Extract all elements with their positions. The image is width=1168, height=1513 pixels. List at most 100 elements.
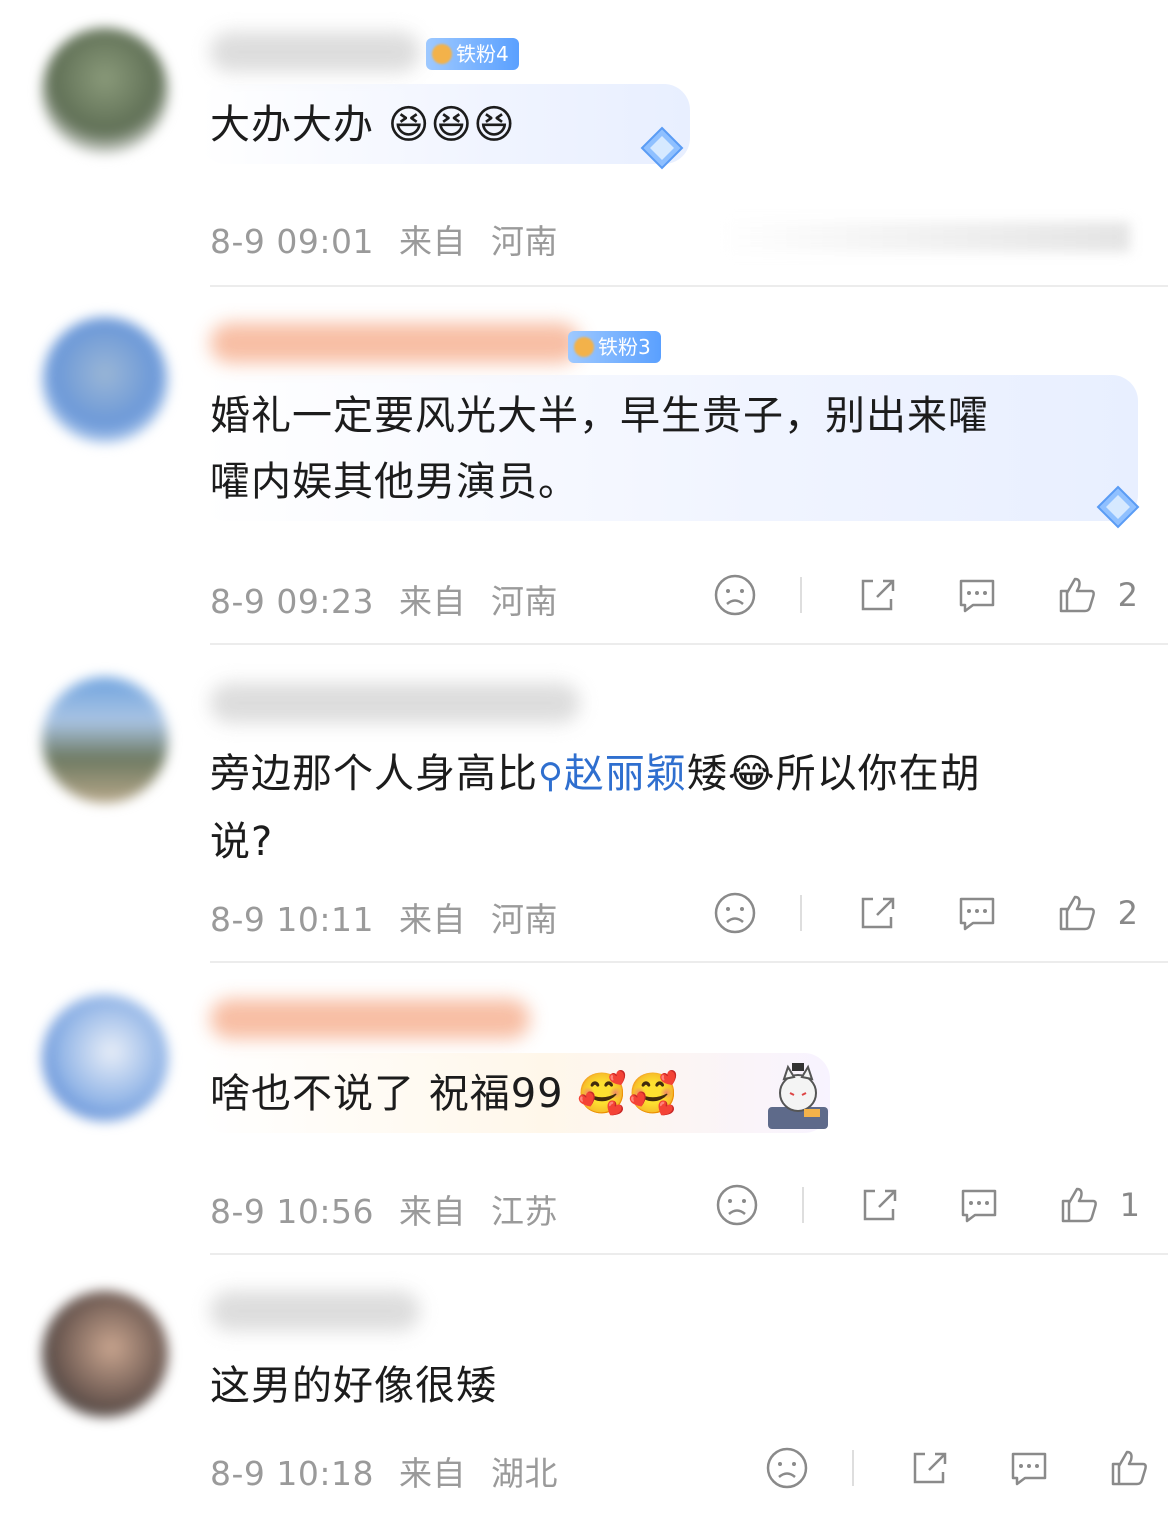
reply-button[interactable] — [952, 888, 1002, 938]
sad-face-icon — [714, 574, 755, 616]
timestamp: 8-9 10:56 — [210, 1192, 374, 1231]
timestamp: 8-9 09:23 — [210, 582, 374, 621]
like-count: 1 — [1119, 1186, 1140, 1224]
topic-link[interactable]: 赵丽颖 — [564, 751, 687, 797]
comment-text[interactable]: 这男的好像很矮 — [210, 1353, 497, 1419]
sad-face-icon — [766, 1447, 808, 1489]
comment-icon — [1011, 1452, 1047, 1486]
comment-meta: 8-9 09:23 来自 河南 — [210, 575, 572, 623]
like-button[interactable] — [1052, 888, 1102, 938]
comment-text[interactable]: 婚礼一定要风光大半，早生贵子，别出来嚯 嚯内娱其他男演员。 — [210, 383, 1110, 515]
username[interactable] — [210, 999, 530, 1039]
fan-badge: 铁粉3 — [568, 331, 661, 363]
thumbs-up-icon — [1059, 577, 1095, 613]
diamond-icon — [640, 126, 684, 170]
crying-laughing-emoji-icon: 😂 — [727, 751, 776, 797]
share-icon — [863, 1189, 896, 1221]
diamond-icon — [1096, 485, 1140, 529]
location: 河南 — [491, 222, 558, 261]
like-count: 2 — [1117, 894, 1138, 932]
heart-face-emoji-icon: 🥰🥰 — [577, 1071, 679, 1117]
comment-icon — [959, 579, 994, 613]
avatar[interactable] — [42, 995, 168, 1121]
comment-meta: 8-9 09:01 来自 河南 — [210, 215, 572, 263]
comment-text-line: 婚礼一定要风光大半，早生贵子，别出来嚯 — [210, 393, 989, 439]
share-button[interactable] — [852, 570, 902, 620]
avatar[interactable] — [42, 677, 168, 803]
sad-face-icon — [716, 1184, 757, 1226]
timestamp: 8-9 10:11 — [210, 900, 374, 939]
like-button[interactable] — [1052, 570, 1102, 620]
action-separator — [799, 577, 802, 613]
dislike-button[interactable] — [762, 1443, 812, 1493]
comment-item: 啥也不说了 祝福99 🥰🥰 8-9 10:56 来自 江苏 1 — [0, 963, 1168, 1255]
action-separator — [801, 1187, 804, 1223]
comment-item: 铁粉4 大办大办 😆😆😆 8-9 09:01 来自 河南 — [0, 0, 1168, 287]
like-button[interactable] — [1104, 1443, 1154, 1493]
sad-face-icon — [714, 892, 755, 934]
username[interactable] — [210, 683, 580, 723]
from-label: 来自 — [399, 1454, 466, 1493]
comment-actions: 1 — [662, 1180, 1140, 1230]
fan-badge-label: 铁粉3 — [598, 335, 651, 359]
username[interactable] — [210, 323, 580, 363]
from-label: 来自 — [399, 582, 466, 621]
dislike-button[interactable] — [710, 570, 760, 620]
share-icon — [913, 1452, 947, 1484]
share-icon — [861, 897, 894, 929]
username[interactable] — [210, 1291, 420, 1331]
avatar[interactable] — [42, 1291, 168, 1417]
share-button[interactable] — [904, 1443, 954, 1493]
comment-item: 这男的好像很矮 8-9 10:18 来自 湖北 — [0, 1255, 1168, 1513]
dislike-button[interactable] — [710, 888, 760, 938]
fan-badge-label: 铁粉4 — [456, 42, 509, 66]
from-label: 来自 — [399, 900, 466, 939]
dislike-button[interactable] — [712, 1180, 762, 1230]
share-button[interactable] — [852, 888, 902, 938]
laughing-emoji-icon: 😆😆😆 — [387, 102, 516, 148]
location: 河南 — [491, 582, 558, 621]
comment-text-content: 这男的好像很矮 — [210, 1363, 497, 1409]
comment-text-line: 说? — [210, 819, 274, 865]
fan-badge-icon — [574, 337, 594, 357]
timestamp: 8-9 09:01 — [210, 222, 374, 261]
location: 湖北 — [491, 1454, 558, 1493]
comment-item: 铁粉3 婚礼一定要风光大半，早生贵子，别出来嚯 嚯内娱其他男演员。 8-9 09… — [0, 287, 1168, 645]
timestamp: 8-9 10:18 — [210, 1454, 374, 1493]
avatar[interactable] — [42, 317, 168, 443]
avatar[interactable] — [42, 28, 168, 154]
location: 江苏 — [491, 1192, 558, 1231]
comment-item: 旁边那个人身高比⚲赵丽颖矮😂所以你在胡 说? 8-9 10:11 来自 河南 2 — [0, 645, 1168, 963]
comment-text-content: 矮 — [686, 751, 728, 797]
share-button[interactable] — [854, 1180, 904, 1230]
action-separator — [799, 895, 802, 931]
comment-text-content: 旁边那个人身高比 — [210, 751, 538, 797]
reply-button[interactable] — [952, 570, 1002, 620]
thumbs-up-icon — [1111, 1450, 1147, 1486]
thumbs-up-icon — [1059, 895, 1095, 931]
action-separator — [852, 1450, 854, 1486]
comment-icon — [959, 897, 994, 931]
username[interactable] — [210, 32, 420, 72]
comment-text-line: 旁边那个人身高比⚲赵丽颖矮😂所以你在胡 — [210, 741, 1130, 809]
comment-text-content: 大办大办 — [210, 102, 374, 148]
comment-icon — [961, 1189, 996, 1223]
like-button[interactable] — [1054, 1180, 1104, 1230]
comment-meta: 8-9 10:11 来自 河南 — [210, 893, 572, 941]
comment-meta: 8-9 10:56 来自 江苏 — [210, 1185, 572, 1233]
share-icon — [861, 579, 894, 611]
search-icon: ⚲ — [538, 756, 564, 796]
comment-meta: 8-9 10:18 来自 湖北 — [210, 1447, 572, 1495]
comment-actions: 2 — [660, 888, 1138, 938]
reply-button[interactable] — [1004, 1443, 1054, 1493]
comment-text[interactable]: 大办大办 😆😆😆 — [210, 92, 516, 158]
from-label: 来自 — [399, 222, 466, 261]
comment-text[interactable]: 啥也不说了 祝福99 🥰🥰 — [210, 1061, 679, 1127]
comment-text[interactable]: 旁边那个人身高比⚲赵丽颖矮😂所以你在胡 说? — [210, 741, 1130, 875]
comment-text-line: 嚯内娱其他男演员。 — [210, 459, 579, 505]
comment-text-content: 所以你在胡 — [775, 751, 981, 797]
location: 河南 — [491, 900, 558, 939]
reply-button[interactable] — [954, 1180, 1004, 1230]
fan-badge-icon — [432, 44, 452, 64]
thumbs-up-icon — [1061, 1187, 1097, 1223]
